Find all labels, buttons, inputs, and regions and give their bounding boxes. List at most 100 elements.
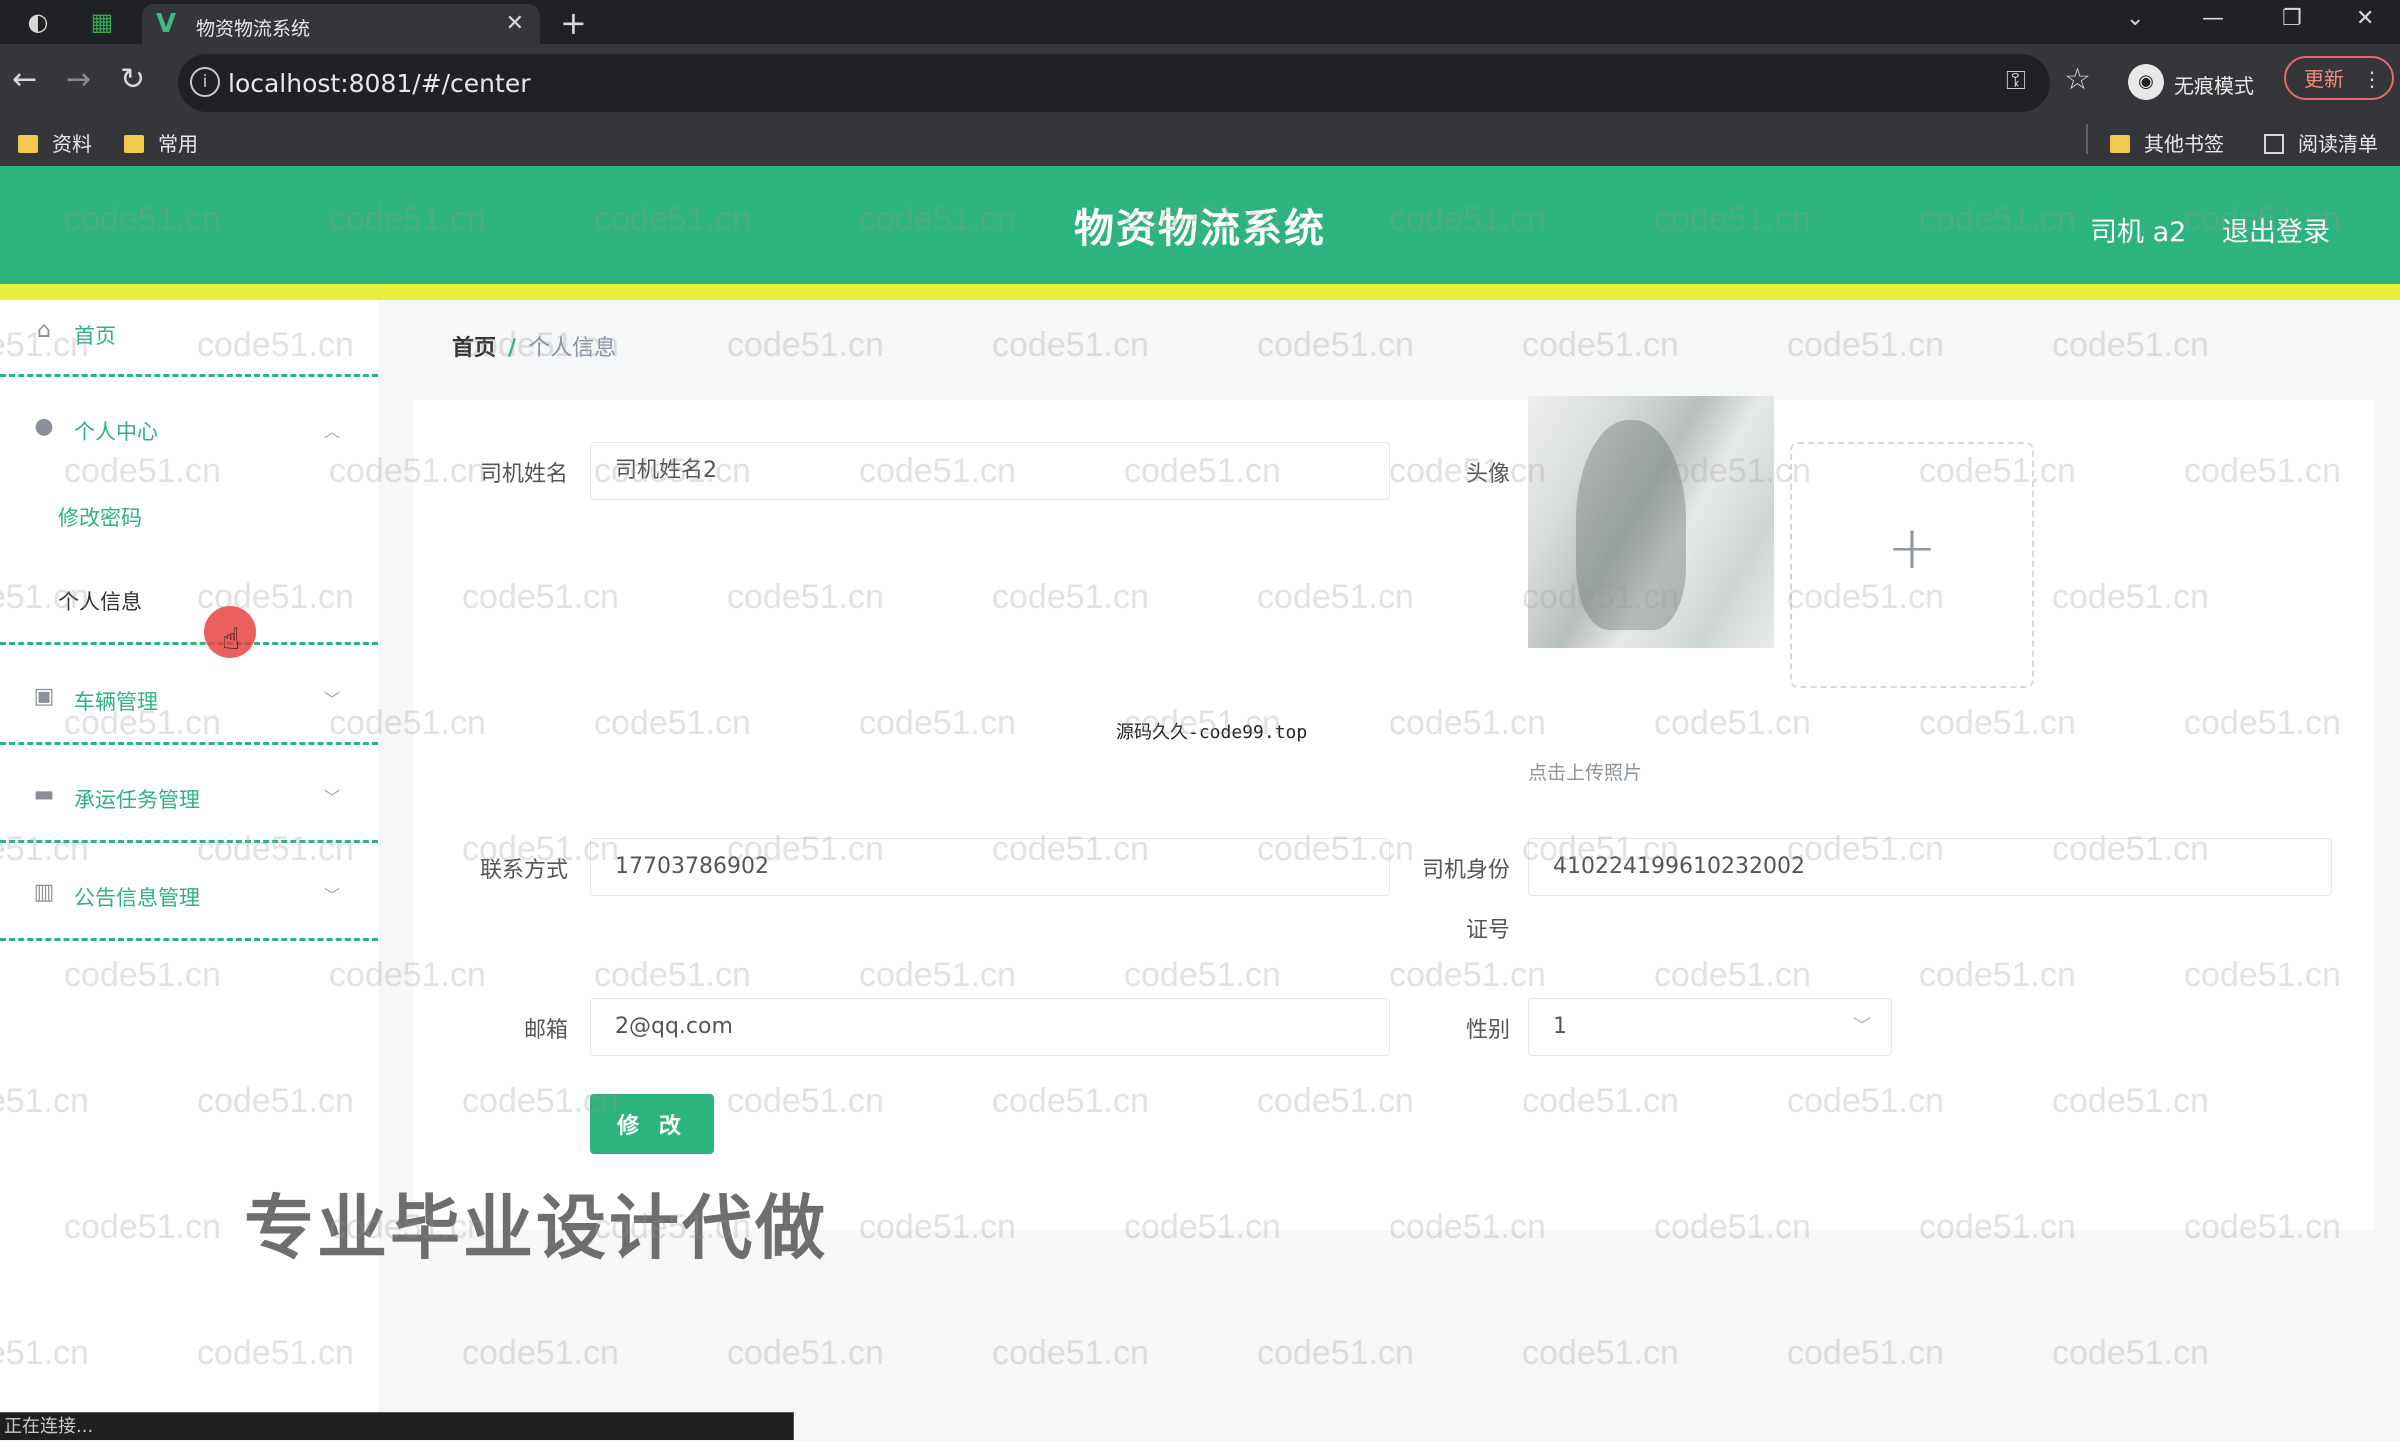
chrome-menu-icon[interactable]: ◐ <box>22 6 54 38</box>
gender-value: 1 <box>1553 1014 1567 1039</box>
watermark-text: code51.cn <box>1787 326 1944 364</box>
sidebar-item-notice[interactable]: ▥ 公告信息管理 ﹀ <box>0 880 378 976</box>
avatar-label: 头像 <box>1465 462 1510 487</box>
upload-hint: 点击上传照片 <box>1528 762 1643 784</box>
chevron-down-icon: ﹀ <box>324 788 341 807</box>
watermark-text: code51.cn <box>1257 1334 1414 1372</box>
avatar-upload[interactable]: + <box>1790 442 2034 688</box>
sidebar-item-home[interactable]: ⌂ 首页 <box>0 318 378 414</box>
watermark-text: code51.cn <box>2052 1334 2209 1372</box>
sidebar-item-personal-info[interactable]: 个人信息 <box>58 586 142 616</box>
sidebar-item-vehicle[interactable]: ▣ 车辆管理 ﹀ <box>0 684 378 780</box>
breadcrumb-current: 个人信息 <box>528 336 617 361</box>
id-label-cont: 证号 <box>1465 918 1510 943</box>
sidebar-item-personal-center[interactable]: ● 个人中心 ︿ <box>0 414 378 510</box>
reading-list[interactable]: 阅读清单 <box>2264 128 2378 157</box>
avatar-figure <box>1576 420 1686 630</box>
id-label: 司机身份 <box>1421 858 1510 883</box>
email-label: 邮箱 <box>523 1018 568 1043</box>
watermark-text: code51.cn <box>727 326 884 364</box>
menu-divider <box>0 840 378 843</box>
vue-logo-icon: V <box>156 9 177 39</box>
watermark-text: code51.cn <box>727 1334 884 1372</box>
bookmark-divider <box>2086 124 2088 154</box>
watermark-text: code51.cn <box>1522 1334 1679 1372</box>
url-field[interactable]: i localhost:8081/#/center ⚿ <box>178 54 2050 112</box>
window-close-icon[interactable]: ✕ <box>2356 6 2374 31</box>
bookmark-folder-0[interactable]: 资料 <box>18 128 92 157</box>
back-icon[interactable]: ← <box>12 62 37 98</box>
accent-bar <box>0 284 2400 300</box>
current-user: 司机 a2 <box>2090 217 2187 248</box>
breadcrumb-separator: / <box>508 336 517 361</box>
chevron-up-icon: ︿ <box>324 422 341 441</box>
update-label: 更新 <box>2304 67 2344 91</box>
minimize-icon[interactable]: — <box>2202 6 2224 31</box>
restore-icon[interactable]: ❐ <box>2282 6 2302 31</box>
forward-icon[interactable]: → <box>66 62 91 98</box>
chevron-down-icon: ﹀ <box>324 886 341 905</box>
folder-icon <box>2110 135 2130 153</box>
sidebar-item-task[interactable]: ▬ 承运任务管理 ﹀ <box>0 782 378 878</box>
bookmark-star-icon[interactable]: ☆ <box>2064 62 2091 97</box>
tab-search-icon[interactable]: ⌄ <box>2126 6 2144 31</box>
browser-status: 正在连接... <box>0 1412 794 1440</box>
driver-name-label: 司机姓名 <box>479 462 568 487</box>
phone-label: 联系方式 <box>479 858 568 883</box>
breadcrumb-home[interactable]: 首页 <box>452 336 496 361</box>
menu-divider <box>0 642 378 645</box>
user-icon: ● <box>34 414 54 439</box>
monitor-icon: ▬ <box>33 782 55 807</box>
breadcrumb: 首页 / 个人信息 <box>452 330 616 362</box>
tab-title: 物资物流系统 <box>196 18 311 40</box>
watermark-text: code51.cn <box>1787 1334 1944 1372</box>
gender-select[interactable]: 1 ﹀ <box>1528 998 1892 1056</box>
chevron-down-icon: ﹀ <box>324 690 341 709</box>
browser-tabbar: ◐ ▦ V 物资物流系统 ✕ + ⌄ — ❐ ✕ <box>0 0 2400 44</box>
address-bar: ← → ↻ i localhost:8081/#/center ⚿ ☆ ◉ 无痕… <box>0 44 2400 124</box>
menu-divider <box>0 374 378 377</box>
incognito-icon: ◉ <box>2128 64 2164 100</box>
app-header: 物资物流系统 司机 a2 退出登录 <box>0 166 2400 284</box>
hand-cursor-icon: ☝ <box>222 622 241 657</box>
bookmarks-bar: 资料 常用 其他书签 阅读清单 <box>0 116 2400 166</box>
other-bookmarks[interactable]: 其他书签 <box>2110 128 2224 157</box>
sidebar-item-change-password[interactable]: 修改密码 <box>58 502 142 532</box>
watermark-text: code51.cn <box>1522 326 1679 364</box>
phone-input[interactable]: 17703786902 <box>590 838 1390 896</box>
menu-divider <box>0 938 378 941</box>
new-tab-icon[interactable]: + <box>560 4 587 42</box>
update-button[interactable]: 更新 ⋮ <box>2284 56 2394 100</box>
watermark-text: code51.cn <box>2052 326 2209 364</box>
submit-button[interactable]: 修 改 <box>590 1094 714 1154</box>
reading-list-icon <box>2264 134 2284 154</box>
bookmark-folder-1[interactable]: 常用 <box>124 128 198 157</box>
home-icon: ⌂ <box>37 318 51 343</box>
app-title: 物资物流系统 <box>1074 206 1326 252</box>
reload-icon[interactable]: ↻ <box>120 62 145 98</box>
gender-label: 性别 <box>1465 1018 1510 1043</box>
password-key-icon[interactable]: ⚿ <box>2006 66 2026 97</box>
source-overlay-text: 源码久久-code99.top <box>1116 722 1308 743</box>
tab-close-icon[interactable]: ✕ <box>506 11 524 36</box>
watermark-text: code51.cn <box>462 1334 619 1372</box>
email-input[interactable]: 2@qq.com <box>590 998 1390 1056</box>
watermark-text: code51.cn <box>992 1334 1149 1372</box>
plus-icon: + <box>1886 513 1938 583</box>
id-number-input[interactable]: 410224199610232002 <box>1528 838 2332 896</box>
chevron-down-icon: ﹀ <box>1853 1016 1871 1037</box>
url-text: localhost:8081/#/center <box>228 69 531 98</box>
site-info-icon[interactable]: i <box>190 67 220 97</box>
watermark-text: code51.cn <box>992 326 1149 364</box>
vehicle-icon: ▣ <box>33 684 55 709</box>
menu-divider <box>0 742 378 745</box>
browser-tab[interactable]: V 物资物流系统 ✕ <box>142 4 540 44</box>
sheet-icon[interactable]: ▦ <box>86 6 118 38</box>
folder-icon <box>124 135 144 153</box>
watermark-text: code51.cn <box>1257 326 1414 364</box>
more-icon[interactable]: ⋮ <box>2344 58 2382 100</box>
driver-name-input[interactable]: 司机姓名2 <box>590 442 1390 500</box>
promo-banner: 专业毕业设计代做 <box>244 1187 828 1269</box>
chart-icon: ▥ <box>33 880 55 905</box>
logout-link[interactable]: 退出登录 <box>2222 210 2330 249</box>
